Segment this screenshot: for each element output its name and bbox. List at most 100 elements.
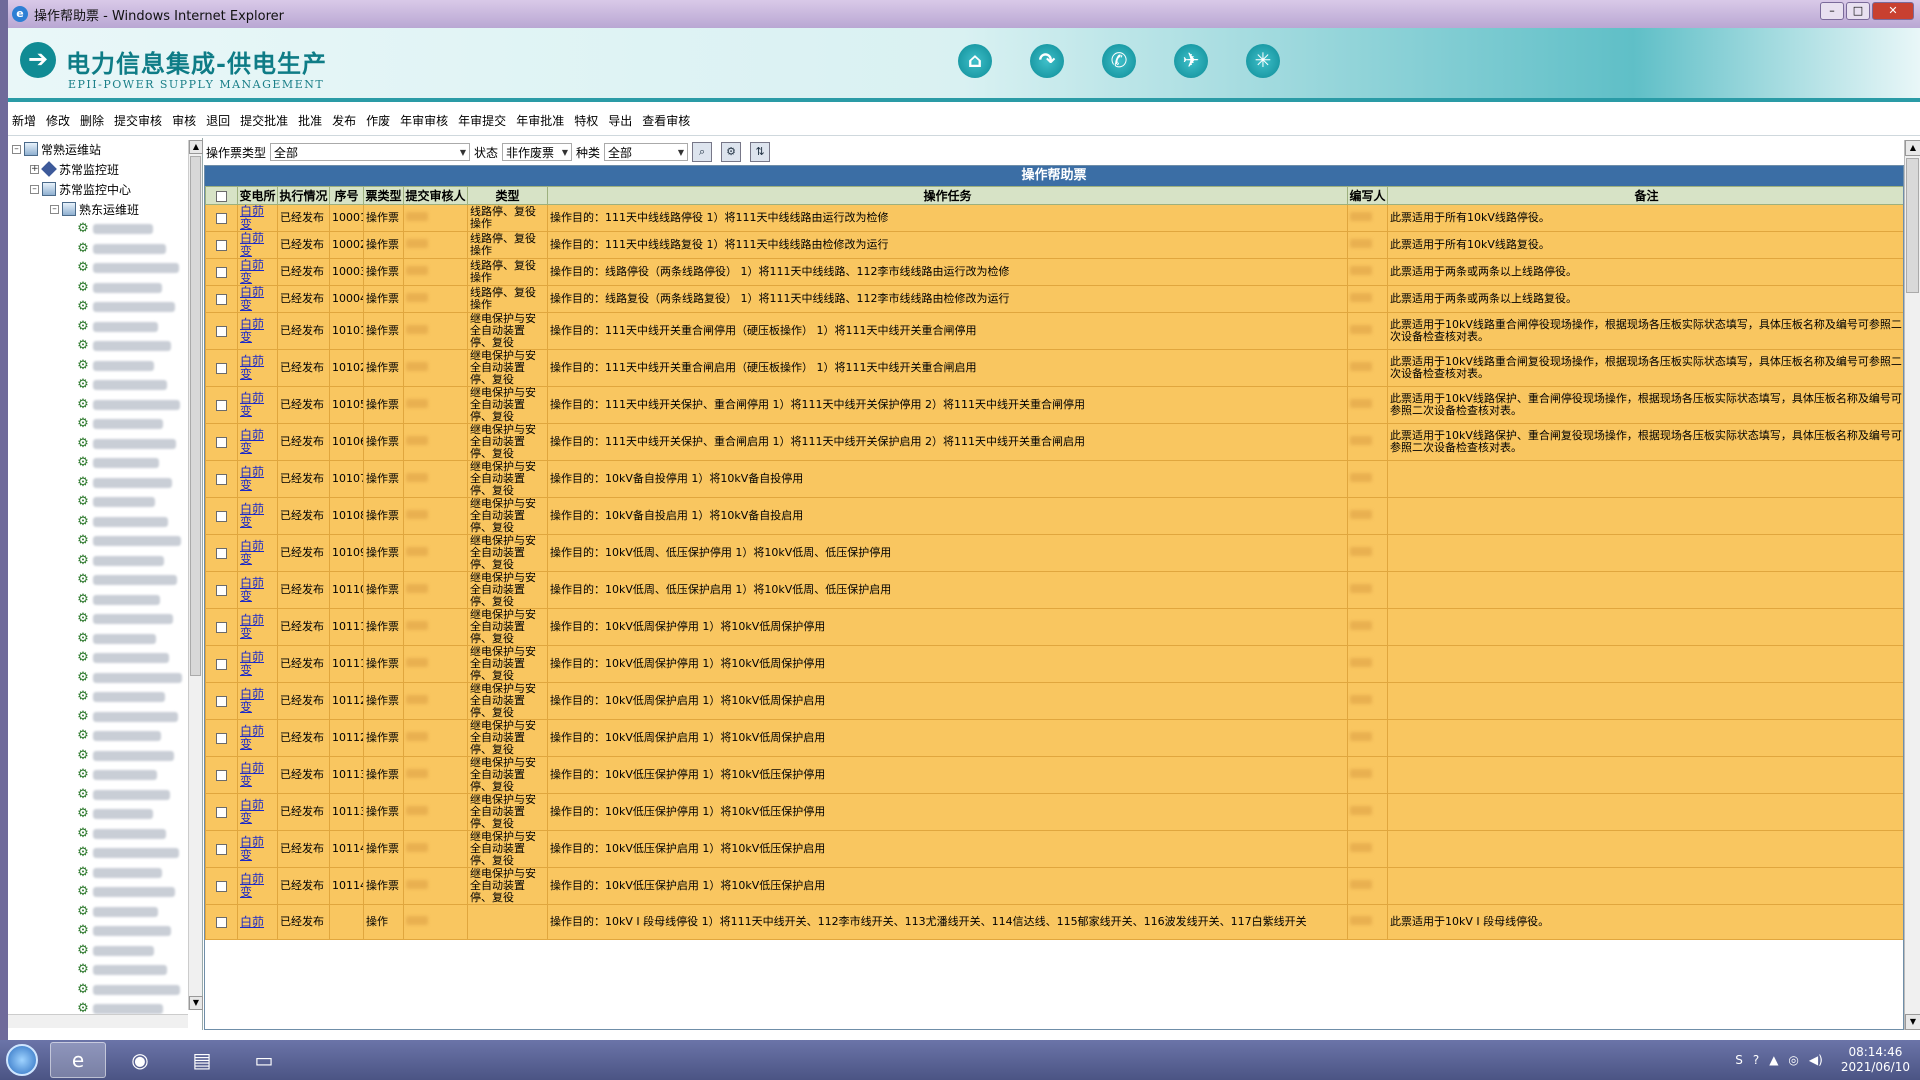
table-row[interactable]: 白茆变 已经发布 10106 操作票 继电保护与安全自动装置停、复役 操作目的：111天中… <box>205 423 1903 461</box>
station-link[interactable]: 白茆变 <box>240 287 264 312</box>
tree-leaf[interactable]: ⚙ <box>76 376 167 394</box>
tree-leaf[interactable]: ⚙ <box>76 591 160 609</box>
redo-icon[interactable]: ↷ <box>1030 44 1064 78</box>
toolbar-button[interactable]: 删除 <box>80 112 104 129</box>
station-link[interactable]: 白茆变 <box>240 724 264 751</box>
row-checkbox[interactable] <box>216 806 227 818</box>
table-row[interactable]: 白茆变 已经发布 10113 操作票 继电保护与安全自动装置停、复役 操作目的：10kV低… <box>205 756 1903 794</box>
tree-leaf[interactable]: ⚙ <box>76 942 154 960</box>
toolbar-button[interactable]: 退回 <box>206 112 230 129</box>
station-link[interactable]: 白茆变 <box>240 354 264 381</box>
station-link[interactable]: 白茆变 <box>240 391 264 418</box>
station-link[interactable]: 白茆变 <box>240 539 264 566</box>
tree-leaf[interactable]: ⚙ <box>76 922 171 940</box>
volume-icon[interactable]: ◀) <box>1809 1053 1823 1067</box>
row-checkbox[interactable] <box>216 880 227 892</box>
collapse-icon[interactable]: – <box>12 144 21 154</box>
home-icon[interactable]: ⌂ <box>958 44 992 78</box>
station-link[interactable]: 白茆变 <box>240 576 264 603</box>
row-checkbox[interactable] <box>216 399 227 411</box>
tree-leaf[interactable]: ⚙ <box>76 708 178 726</box>
row-checkbox[interactable] <box>216 658 227 670</box>
toolbar-button[interactable]: 审核 <box>172 112 196 129</box>
toolbar-button[interactable]: 提交审核 <box>114 112 162 129</box>
toolbar-button[interactable]: 年审审核 <box>400 112 448 129</box>
scroll-thumb[interactable] <box>190 156 201 676</box>
tree-leaf[interactable]: ⚙ <box>76 786 170 804</box>
tree-leaf[interactable]: ⚙ <box>76 415 163 433</box>
help-icon[interactable]: ? <box>1753 1053 1759 1067</box>
station-link[interactable]: 白茆变 <box>240 613 264 640</box>
table-row[interactable]: 白茆变 已经发布 10112 操作票 继电保护与安全自动装置停、复役 操作目的：10kV低… <box>205 682 1903 720</box>
close-button[interactable]: ✕ <box>1872 2 1914 20</box>
toolbar-button[interactable]: 查看审核 <box>642 112 690 129</box>
tree-node[interactable]: – 熟东运维班 <box>50 200 139 218</box>
table-row[interactable]: 白茆变 已经发布 10111 操作票 继电保护与安全自动装置停、复役 操作目的：10kV低… <box>205 645 1903 683</box>
tree-leaf[interactable]: ⚙ <box>76 864 162 882</box>
status-select[interactable]: 非作废票 ▼ <box>502 143 573 161</box>
toolbar-button[interactable]: 特权 <box>574 112 598 129</box>
table-row[interactable]: 白茆 已经发布 操作 操作目的：10kV I 段母线停役 1）将111天中线开关、11… <box>205 904 1903 940</box>
tree-leaf[interactable]: ⚙ <box>76 766 157 784</box>
row-checkbox[interactable] <box>216 510 227 522</box>
select-all-checkbox[interactable] <box>216 190 227 202</box>
tree-leaf[interactable]: ⚙ <box>76 630 156 648</box>
row-checkbox[interactable] <box>216 212 227 224</box>
toolbar-button[interactable]: 年审提交 <box>458 112 506 129</box>
clock[interactable]: 08:14:46 2021/06/10 <box>1841 1045 1910 1075</box>
snowflake-icon[interactable]: ✳ <box>1246 44 1280 78</box>
tree-leaf[interactable]: ⚙ <box>76 279 162 297</box>
tree-leaf[interactable]: ⚙ <box>76 474 172 492</box>
tree-leaf[interactable]: ⚙ <box>76 357 154 375</box>
tree-leaf[interactable]: ⚙ <box>76 220 153 238</box>
app-taskbar-icon[interactable]: ▤ <box>174 1042 230 1078</box>
sort-icon[interactable]: ⇅ <box>750 142 771 162</box>
scroll-down-icon[interactable]: ▼ <box>1905 1014 1920 1030</box>
row-checkbox[interactable] <box>216 695 227 707</box>
tree-leaf[interactable]: ⚙ <box>76 610 173 628</box>
tree-leaf[interactable]: ⚙ <box>76 493 155 511</box>
table-row[interactable]: 白茆变 已经发布 10004 操作票 线路停、复役操作 操作目的：线路复役（两条线路复役）… <box>205 285 1903 313</box>
kind-select[interactable]: 全部 ▼ <box>604 143 689 161</box>
tree-leaf[interactable]: ⚙ <box>76 454 159 472</box>
table-row[interactable]: 白茆变 已经发布 10101 操作票 继电保护与安全自动装置停、复役 操作目的：111天中… <box>205 312 1903 350</box>
phone-icon[interactable]: ✆ <box>1102 44 1136 78</box>
tree-leaf[interactable]: ⚙ <box>76 747 174 765</box>
tree-leaf[interactable]: ⚙ <box>76 298 175 316</box>
tray-expand-icon[interactable]: ▲ <box>1769 1053 1778 1067</box>
toolbar-button[interactable]: 提交批准 <box>240 112 288 129</box>
folder-taskbar-icon[interactable]: ▭ <box>236 1042 292 1078</box>
tree-leaf[interactable]: ⚙ <box>76 337 171 355</box>
expand-icon[interactable]: + <box>30 164 39 174</box>
collapse-icon[interactable]: – <box>50 204 59 214</box>
table-row[interactable]: 白茆变 已经发布 10002 操作票 线路停、复役操作 操作目的：111天中线线路复役 1… <box>205 231 1903 259</box>
row-checkbox[interactable] <box>216 293 227 305</box>
row-checkbox[interactable] <box>216 436 227 448</box>
station-link[interactable]: 白茆 <box>240 915 264 929</box>
station-link[interactable]: 白茆变 <box>240 428 264 455</box>
station-link[interactable]: 白茆变 <box>240 465 264 492</box>
tree-leaf[interactable]: ⚙ <box>76 903 158 921</box>
station-link[interactable]: 白茆变 <box>240 206 264 231</box>
select-all-header[interactable] <box>205 186 238 205</box>
row-checkbox[interactable] <box>216 916 227 928</box>
maximize-button[interactable]: □ <box>1846 2 1870 20</box>
tree-vertical-scrollbar[interactable]: ▲ ▼ <box>188 140 203 1010</box>
start-button[interactable] <box>0 1040 44 1080</box>
table-row[interactable]: 白茆变 已经发布 10113 操作票 继电保护与安全自动装置停、复役 操作目的：10kV低… <box>205 793 1903 831</box>
station-link[interactable]: 白茆变 <box>240 502 264 529</box>
row-checkbox[interactable] <box>216 843 227 855</box>
row-checkbox[interactable] <box>216 547 227 559</box>
ie-taskbar-icon[interactable]: e <box>50 1042 106 1078</box>
tree-leaf[interactable]: ⚙ <box>76 727 161 745</box>
tree-node-root[interactable]: – 常熟运维站 <box>12 140 101 158</box>
toolbar-button[interactable]: 年审批准 <box>516 112 564 129</box>
tree-leaf[interactable]: ⚙ <box>76 532 181 550</box>
table-row[interactable]: 白茆变 已经发布 10108 操作票 继电保护与安全自动装置停、复役 操作目的：10kV备… <box>205 497 1903 535</box>
scroll-up-icon[interactable]: ▲ <box>1905 140 1920 156</box>
station-link[interactable]: 白茆变 <box>240 798 264 825</box>
input-method-icon[interactable]: S <box>1735 1053 1743 1067</box>
table-row[interactable]: 白茆变 已经发布 10110 操作票 继电保护与安全自动装置停、复役 操作目的：10kV低… <box>205 571 1903 609</box>
tree-horizontal-scrollbar[interactable] <box>8 1014 188 1028</box>
tree-leaf[interactable]: ⚙ <box>76 318 158 336</box>
